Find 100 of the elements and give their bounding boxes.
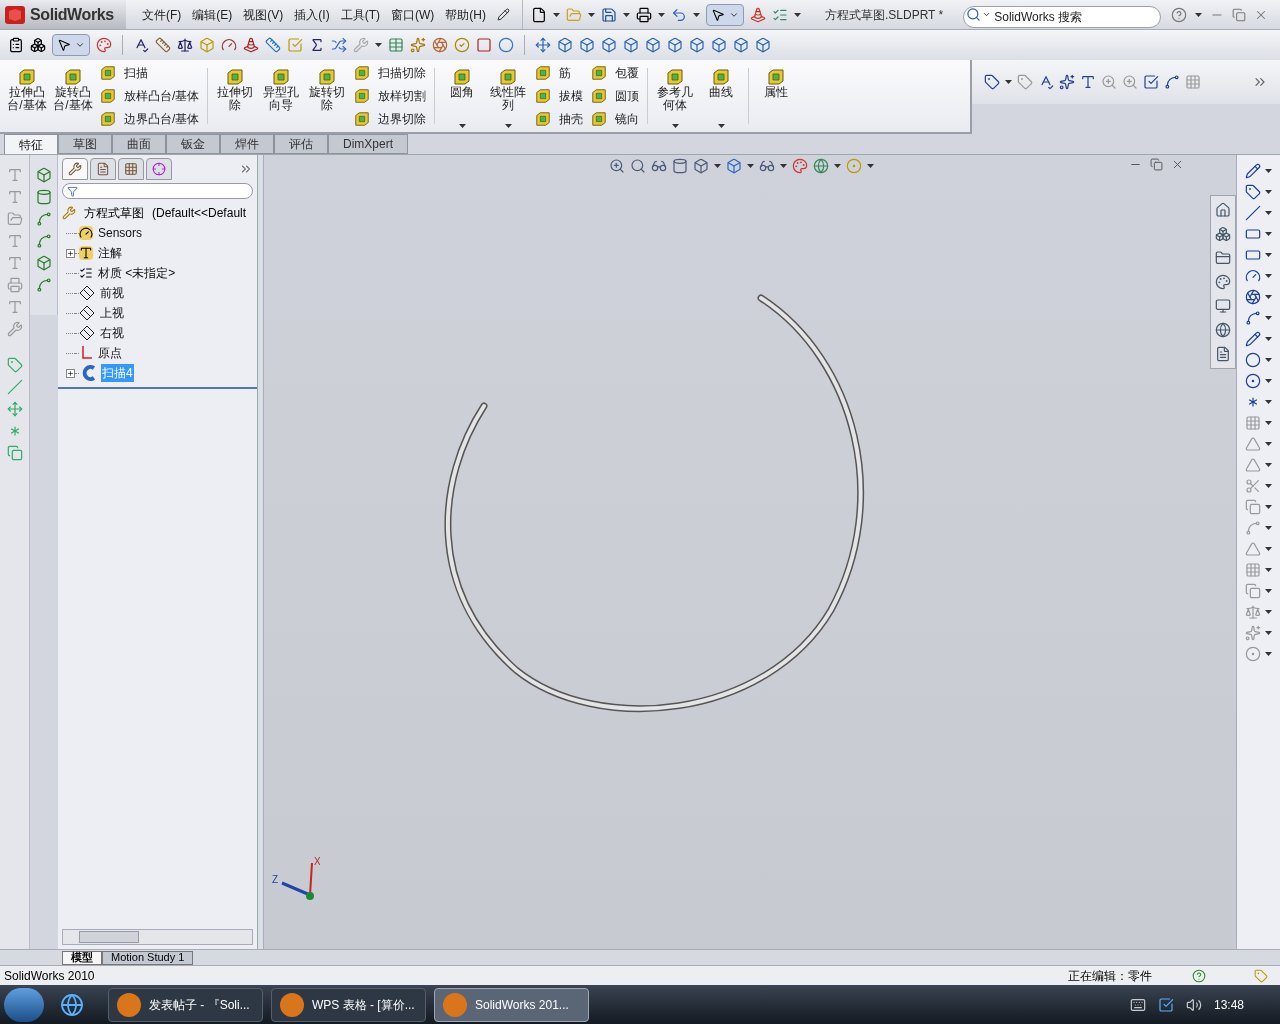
menu-item[interactable]: 工具(T) (340, 5, 380, 24)
ribbon-button[interactable]: 镜向 (591, 110, 640, 128)
expand-box[interactable] (66, 248, 75, 258)
ruler-icon[interactable] (265, 37, 281, 53)
expand-icon[interactable] (239, 162, 253, 176)
square-icon[interactable] (476, 37, 492, 53)
caret-icon[interactable] (780, 164, 787, 168)
wrench-icon[interactable] (68, 162, 82, 176)
table-icon[interactable] (388, 37, 404, 53)
caret-icon[interactable] (1265, 484, 1272, 488)
cursor-icon[interactable] (711, 7, 725, 22)
caret-icon[interactable] (714, 164, 721, 168)
sketch-tool-icon[interactable] (1245, 373, 1261, 389)
task-pane-icon[interactable] (1213, 296, 1233, 316)
caret-icon[interactable] (1265, 211, 1272, 215)
bottom-tab[interactable]: Motion Study 1 (102, 950, 194, 965)
ribbon-button[interactable]: 圆角 (439, 60, 486, 132)
tab[interactable]: 草图 (58, 134, 112, 154)
browser-icon[interactable] (60, 992, 84, 1017)
sketch-tool-icon[interactable] (1245, 268, 1261, 284)
ribbon-button[interactable]: 旋转凸台/基体 (50, 60, 96, 132)
task-pane-icon[interactable] (1213, 200, 1233, 220)
caret-icon[interactable] (1265, 505, 1272, 509)
cube-icon[interactable] (667, 37, 683, 53)
task-pane-icon[interactable] (1213, 320, 1233, 340)
tab[interactable]: 评估 (274, 134, 328, 154)
ribbon-button[interactable]: 放样切割 (354, 87, 427, 105)
tree-item[interactable]: 右视 (99, 324, 125, 342)
zoom-icon[interactable] (609, 158, 625, 174)
circle-icon[interactable] (498, 37, 514, 53)
caret-icon[interactable] (1005, 80, 1012, 84)
crosshair-icon[interactable] (152, 162, 166, 176)
caret-icon[interactable] (553, 12, 560, 17)
caret-icon[interactable] (1265, 442, 1272, 446)
keyboard-icon[interactable] (1129, 996, 1146, 1013)
taskbar-button[interactable]: SolidWorks 201... (434, 987, 589, 1022)
scale-icon[interactable] (177, 37, 193, 53)
tree-item[interactable]: 前视 (99, 284, 125, 302)
undo-icon[interactable] (671, 6, 687, 23)
caret-icon[interactable] (1265, 274, 1272, 278)
tab[interactable]: 钣金 (166, 134, 220, 154)
aperture-icon[interactable] (432, 37, 448, 53)
sketch-tool-icon[interactable] (1245, 226, 1261, 242)
caret-icon[interactable] (1265, 547, 1272, 551)
ribbon-button[interactable]: 线性阵列 (485, 60, 532, 132)
menu-item[interactable]: 编辑(E) (192, 5, 233, 24)
cube-icon[interactable] (645, 37, 661, 53)
checkbox-icon[interactable] (287, 37, 303, 53)
scrollbar-thumb[interactable] (79, 931, 139, 943)
close-icon[interactable] (1171, 158, 1184, 171)
sketch-tool-icon[interactable] (1245, 163, 1261, 179)
ribbon-button[interactable]: 包覆 (591, 64, 640, 82)
taskbar-button[interactable]: 发表帖子 - 『Soli... (108, 987, 263, 1022)
ribbon-button[interactable]: 筋 (535, 64, 584, 82)
tree-item[interactable]: 原点 (97, 344, 123, 362)
check-circle-icon[interactable] (454, 37, 470, 53)
ribbon-button[interactable]: 扫描 (100, 64, 200, 82)
caret-icon[interactable] (375, 43, 382, 47)
sketch-tool-icon[interactable] (1245, 352, 1261, 368)
start-button[interactable] (4, 987, 44, 1022)
menu-item[interactable]: 文件(F) (142, 5, 182, 24)
ribbon-button[interactable]: 边界切除 (354, 110, 427, 128)
display-style-icon[interactable] (726, 158, 742, 174)
speaker-icon[interactable] (1185, 996, 1202, 1013)
view-orientation-icon[interactable] (693, 158, 709, 174)
restore-icon[interactable] (1232, 7, 1246, 22)
menu-item[interactable]: 插入(I) (294, 5, 330, 24)
caret-icon[interactable] (1265, 295, 1272, 299)
sparkle-icon[interactable] (1059, 74, 1075, 90)
ribbon-button[interactable]: 曲线 (698, 60, 745, 132)
tree-item[interactable]: 上视 (99, 304, 125, 322)
color-wheel-icon[interactable] (96, 37, 112, 53)
caret-icon[interactable] (1265, 652, 1272, 656)
save-icon[interactable] (601, 6, 617, 23)
ribbon-button[interactable]: 边界凸台/基体 (100, 110, 200, 128)
caret-icon[interactable] (1265, 379, 1272, 383)
caret-icon[interactable] (658, 12, 665, 17)
caret-icon[interactable] (1265, 253, 1272, 257)
caret-icon[interactable] (1265, 400, 1272, 404)
caret-icon[interactable] (1265, 526, 1272, 530)
ribbon-button[interactable]: 参考几何体 (652, 60, 699, 132)
ribbon-button[interactable]: 抽壳 (535, 110, 584, 128)
caret-icon[interactable] (1265, 568, 1272, 572)
restore-icon[interactable] (1150, 158, 1163, 171)
sketch-tool-icon[interactable] (1245, 310, 1261, 326)
part-name[interactable]: 方程式草图 (84, 204, 144, 222)
filter-field[interactable] (62, 183, 253, 199)
search-icon[interactable] (966, 6, 982, 22)
ribbon-button[interactable]: 拔模 (535, 87, 584, 105)
caret-icon[interactable] (504, 124, 512, 128)
search-field[interactable]: SolidWorks 搜索 (963, 5, 1162, 28)
select-button[interactable] (52, 34, 90, 56)
cube-icon[interactable] (711, 37, 727, 53)
panel-tab[interactable] (118, 158, 144, 180)
caret-icon[interactable] (1265, 421, 1272, 425)
cube-icon[interactable] (733, 37, 749, 53)
caret-icon[interactable] (623, 12, 630, 17)
caret-icon[interactable] (1265, 610, 1272, 614)
select-button[interactable] (706, 3, 744, 26)
menu-item[interactable]: 窗口(W) (391, 5, 435, 24)
